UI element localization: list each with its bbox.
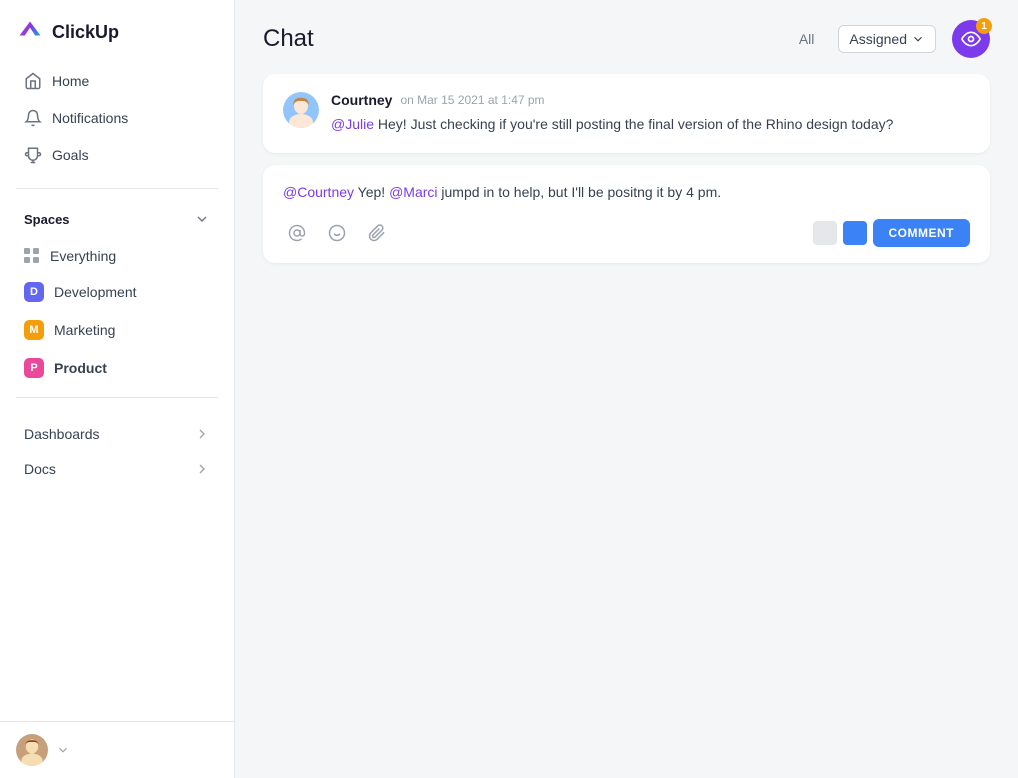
sidebar-sections: Dashboards Docs (0, 416, 234, 487)
message-time: on Mar 15 2021 at 1:47 pm (400, 93, 544, 107)
filter-assigned-button[interactable]: Assigned (838, 25, 936, 53)
docs-label: Docs (24, 461, 56, 477)
chevron-right-icon-docs (194, 461, 210, 477)
sidebar-item-home[interactable]: Home (8, 63, 226, 99)
message-header: Courtney on Mar 15 2021 at 1:47 pm (331, 92, 970, 108)
spaces-label: Spaces (24, 212, 70, 227)
message-content: Courtney on Mar 15 2021 at 1:47 pm @Juli… (331, 92, 970, 135)
page-title: Chat (263, 25, 775, 53)
sidebar-item-everything[interactable]: Everything (8, 240, 226, 272)
sidebar-item-development[interactable]: D Development (8, 274, 226, 310)
reply-text: @Courtney Yep! @Marci jumpd in to help, … (283, 181, 970, 203)
chat-header: Chat All Assigned 1 (235, 0, 1018, 74)
input-toolbar: COMMENT (283, 219, 970, 247)
notification-badge: 1 (976, 18, 992, 34)
format-toggle-off[interactable] (813, 221, 837, 245)
user-avatar-image (16, 734, 48, 766)
chevron-down-assigned-icon (911, 32, 925, 46)
sidebar-item-dashboards[interactable]: Dashboards (8, 417, 226, 451)
message-item: Courtney on Mar 15 2021 at 1:47 pm @Juli… (263, 74, 990, 153)
input-icons (283, 219, 391, 247)
spaces-header[interactable]: Spaces (8, 203, 226, 235)
mention-button[interactable] (283, 219, 311, 247)
marketing-badge: M (24, 320, 44, 340)
sidebar-item-notifications[interactable]: Notifications (8, 100, 226, 136)
chevron-down-icon (194, 211, 210, 227)
reply-text2: jumpd in to help, but I'll be positng it… (438, 184, 722, 200)
message-body: Hey! Just checking if you're still posti… (374, 116, 893, 132)
everything-label: Everything (50, 248, 116, 264)
bell-icon (24, 109, 42, 127)
message-avatar (283, 92, 319, 128)
notifications-label: Notifications (52, 110, 128, 126)
sidebar: ClickUp Home Notifications Goals (0, 0, 235, 778)
paperclip-icon (368, 224, 386, 242)
chevron-right-icon (194, 426, 210, 442)
emoji-button[interactable] (323, 219, 351, 247)
product-label: Product (54, 360, 107, 376)
sidebar-item-docs[interactable]: Docs (8, 452, 226, 486)
assigned-label: Assigned (849, 31, 907, 47)
sidebar-divider (16, 188, 218, 189)
reply-text1: Yep! (354, 184, 389, 200)
format-toggle-on[interactable] (843, 221, 867, 245)
sidebar-item-marketing[interactable]: M Marketing (8, 312, 226, 348)
avatar (16, 734, 48, 766)
main-content: Chat All Assigned 1 (235, 0, 1018, 778)
notification-bell-button[interactable]: 1 (952, 20, 990, 58)
marketing-label: Marketing (54, 322, 115, 338)
product-badge: P (24, 358, 44, 378)
logo-area[interactable]: ClickUp (0, 0, 234, 58)
sidebar-item-goals[interactable]: Goals (8, 137, 226, 173)
mention-courtney[interactable]: @Courtney (283, 184, 354, 200)
filter-all-button[interactable]: All (791, 27, 823, 51)
development-badge: D (24, 282, 44, 302)
home-icon (24, 72, 42, 90)
sidebar-divider-2 (16, 397, 218, 398)
chat-area: Courtney on Mar 15 2021 at 1:47 pm @Juli… (235, 74, 1018, 778)
emoji-icon (328, 224, 346, 242)
courtney-avatar (283, 92, 319, 128)
sidebar-footer[interactable] (0, 721, 234, 778)
user-chevron-icon (56, 743, 70, 757)
home-label: Home (52, 73, 89, 89)
grid-icon (24, 248, 40, 264)
chat-input-area[interactable]: @Courtney Yep! @Marci jumpd in to help, … (263, 165, 990, 263)
mention-julie[interactable]: @Julie (331, 116, 374, 132)
trophy-icon (24, 146, 42, 164)
at-icon (288, 224, 306, 242)
attach-button[interactable] (363, 219, 391, 247)
input-right-controls: COMMENT (813, 219, 971, 247)
mention-marci[interactable]: @Marci (389, 184, 437, 200)
dashboards-label: Dashboards (24, 426, 100, 442)
sidebar-item-product[interactable]: P Product (8, 350, 226, 386)
goals-label: Goals (52, 147, 89, 163)
message-text: @Julie Hey! Just checking if you're stil… (331, 114, 970, 135)
comment-button[interactable]: COMMENT (873, 219, 971, 247)
logo-text: ClickUp (52, 22, 119, 43)
clickup-logo-icon (16, 18, 44, 46)
sidebar-nav: Home Notifications Goals (0, 58, 234, 178)
message-author: Courtney (331, 92, 392, 108)
development-label: Development (54, 284, 137, 300)
